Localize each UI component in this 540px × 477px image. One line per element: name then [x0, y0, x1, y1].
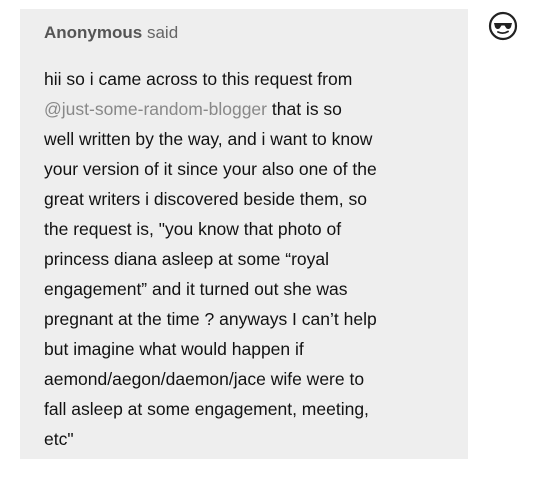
question-line: aemond/aegon/daemon/jace wife were to	[44, 369, 365, 389]
question-line-with-mention: @just-some-random-blogger that is so	[44, 94, 464, 124]
asker-line: Anonymous said	[44, 21, 178, 45]
question-line: great writers i discovered beside them, …	[44, 189, 367, 209]
question-line: hii so i came across to this request fro…	[44, 69, 353, 89]
question-line: but imagine what would happen if	[44, 339, 304, 359]
question-line: the request is, "you know that photo of	[44, 219, 342, 239]
ask-question-text: hii so i came across to this request fro…	[44, 64, 464, 454]
question-line: your version of it since your also one o…	[44, 159, 377, 179]
blog-mention-link[interactable]: @just-some-random-blogger	[44, 99, 267, 119]
question-line: etc"	[44, 429, 74, 449]
anonymous-avatar	[488, 11, 518, 41]
question-line: well written by the way, and i want to k…	[44, 129, 373, 149]
asker-name: Anonymous	[44, 23, 143, 42]
anonymous-sunglasses-face-icon	[488, 11, 518, 41]
question-line: fall asleep at some engagement, meeting,	[44, 399, 369, 419]
question-line-fragment: that is so	[271, 99, 342, 119]
ask-bubble: Anonymous said hii so i came across to t…	[20, 9, 468, 459]
ask-page: Anonymous said hii so i came across to t…	[0, 0, 540, 477]
question-line: engagement” and it turned out she was	[44, 279, 348, 299]
asker-said-label: said	[146, 23, 179, 42]
question-line: pregnant at the time ? anyways I can’t h…	[44, 309, 377, 329]
question-line: princess diana asleep at some “royal	[44, 249, 330, 269]
